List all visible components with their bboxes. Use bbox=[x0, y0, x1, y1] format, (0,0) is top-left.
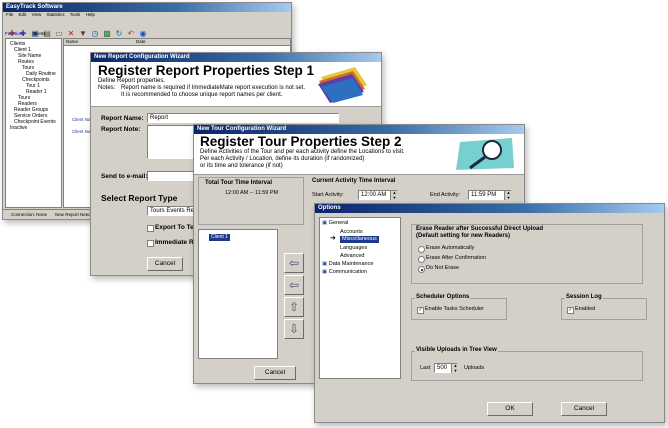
nav-general-label: General bbox=[328, 220, 349, 226]
nav-communication-label: Communication bbox=[328, 269, 367, 275]
move-up-button[interactable]: ⇧ bbox=[284, 297, 304, 317]
report-step-description: Define Report properties. bbox=[98, 78, 166, 84]
session-log-title: Session Log bbox=[565, 294, 603, 300]
report-type-select[interactable]: Tours Events Rep bbox=[147, 206, 199, 216]
erase-after-confirmation-label: Erase After Confirmation bbox=[426, 255, 486, 261]
end-activity-label: End Activity: bbox=[430, 192, 460, 198]
start-activity-spinner[interactable]: ▲ ▼ bbox=[390, 190, 398, 200]
tour-wizard-title: New Tour Configuration Wizard bbox=[194, 125, 524, 134]
left-panel-tabs: Functions Clients bbox=[5, 31, 46, 37]
report-note-label: Report Note: bbox=[101, 126, 141, 133]
erase-subtitle: (Default setting for new Readers) bbox=[416, 233, 511, 239]
do-not-erase-radio[interactable] bbox=[418, 266, 425, 273]
immediate-label: Immediate R bbox=[155, 239, 194, 246]
scheduler-group: Scheduler Options ✓ Enable Tasks Schedul… bbox=[411, 294, 507, 320]
erase-automatically-label: Erase Automatically bbox=[426, 245, 475, 251]
report-notes-label: Notes: bbox=[98, 85, 116, 91]
tour-instruction-1: Define Activities of the Tour and per ea… bbox=[200, 149, 405, 155]
visible-uploads-group: Visible Uploads in Tree View Last 500 ▲ ▼… bbox=[411, 347, 643, 381]
send-email-label: Send to e-mail: bbox=[101, 173, 148, 180]
nav-data-label: Data Maintenance bbox=[328, 261, 374, 267]
connection-status: Connection: None bbox=[11, 212, 48, 217]
options-nav-tree: ▣ General Accounts Miscellaneous ➜ Langu… bbox=[319, 217, 401, 379]
ok-button[interactable]: OK bbox=[487, 402, 533, 416]
report-note-1: Report name is required if ImmediateMate… bbox=[121, 85, 306, 91]
move-back-button[interactable]: ⇦ bbox=[284, 275, 304, 295]
nav-advanced[interactable]: Advanced bbox=[340, 253, 364, 259]
total-interval-value: 12:00 AM -- 11:59 PM bbox=[225, 190, 279, 196]
export-label: Export To Te bbox=[155, 224, 194, 231]
tab-functions[interactable]: Functions bbox=[5, 31, 25, 36]
list-item[interactable]: Client 1 bbox=[209, 234, 230, 241]
tab-clients[interactable]: Clients bbox=[32, 31, 46, 36]
selection-arrow-icon: ➜ bbox=[330, 235, 336, 242]
nav-miscellaneous[interactable]: Miscellaneous bbox=[340, 236, 379, 243]
do-not-erase-label: Do Not Erase bbox=[426, 265, 460, 271]
tree-item[interactable]: Inactive bbox=[10, 125, 27, 131]
report-wizard-title: New Report Configuration Wizard bbox=[91, 53, 381, 62]
nav-general[interactable]: ▣ General bbox=[322, 220, 348, 226]
current-interval-label: Current Activity Time Interval bbox=[312, 178, 396, 184]
nav-data-maintenance[interactable]: ▣ Data Maintenance bbox=[322, 261, 373, 267]
export-checkbox[interactable] bbox=[147, 225, 154, 232]
total-interval-panel: Total Tour Time Interval 12:00 AM -- 11:… bbox=[198, 177, 304, 225]
tour-step-heading: Register Tour Properties Step 2 bbox=[200, 134, 402, 149]
report-cancel-button[interactable]: Cancel bbox=[147, 257, 183, 271]
column-name[interactable]: Name bbox=[66, 39, 78, 45]
data-icon: ▣ bbox=[322, 261, 328, 267]
client-tree: Clients Client 1 Site Name Routes Tours … bbox=[5, 38, 62, 208]
nav-communication[interactable]: ▣ Communication bbox=[322, 269, 367, 275]
report-papers-icon bbox=[318, 67, 367, 103]
visible-uploads-title: Visible Uploads in Tree View bbox=[415, 347, 498, 353]
options-title: Options bbox=[315, 204, 664, 213]
list-header: Name Date bbox=[64, 39, 290, 46]
magnifier-icon bbox=[456, 138, 514, 170]
move-down-button[interactable]: ⇩ bbox=[284, 319, 304, 339]
report-name-input[interactable]: Report bbox=[147, 113, 339, 123]
options-cancel-button[interactable]: Cancel bbox=[561, 402, 607, 416]
column-date[interactable]: Date bbox=[136, 39, 146, 45]
session-enabled-label: Enabled bbox=[575, 306, 596, 312]
erase-reader-group: Erase Reader after Successful Direct Upl… bbox=[411, 224, 643, 284]
communication-icon: ▣ bbox=[322, 269, 328, 275]
immediate-checkbox[interactable] bbox=[147, 240, 154, 247]
tour-instruction-3: or its time and tolerance (if not) bbox=[200, 163, 283, 169]
tour-cancel-button[interactable]: Cancel bbox=[254, 366, 296, 380]
report-type-label: Select Report Type bbox=[101, 193, 178, 203]
erase-title: Erase Reader after Successful Direct Upl… bbox=[416, 226, 544, 232]
start-activity-label: Start Activity: bbox=[312, 192, 344, 198]
end-activity-spinner[interactable]: ▲ ▼ bbox=[504, 190, 512, 200]
general-icon: ▣ bbox=[322, 220, 328, 226]
options-dialog: Options ▣ General Accounts Miscellaneous… bbox=[314, 203, 665, 423]
nav-accounts[interactable]: Accounts bbox=[340, 229, 363, 235]
enable-scheduler-label: Enable Tasks Scheduler bbox=[425, 306, 484, 312]
uploads-count-spinner[interactable]: ▲ ▼ bbox=[451, 363, 459, 373]
main-window-title: EasyTrack Software bbox=[3, 3, 291, 12]
last-label: Last bbox=[420, 365, 431, 371]
session-enabled-checkbox[interactable]: ✓ bbox=[567, 307, 574, 314]
erase-automatically-radio[interactable] bbox=[418, 246, 425, 253]
nav-languages[interactable]: Languages bbox=[340, 245, 367, 251]
toolbar: ✚ ✚ ▣ ▤ ▭ ✕ ▼ ◷ ▩ ↻ ↶ ◉ bbox=[3, 15, 291, 38]
session-log-group: Session Log ✓ Enabled bbox=[561, 294, 647, 320]
uploads-label: Uploads bbox=[464, 365, 485, 371]
client-item-label: Client 1 bbox=[211, 234, 228, 240]
report-note-2: It is recommended to choose unique repor… bbox=[121, 92, 283, 98]
total-interval-label: Total Tour Time Interval bbox=[205, 180, 273, 186]
scheduler-title: Scheduler Options bbox=[415, 294, 471, 300]
tour-instruction-2: Per each Activity / Location, define its… bbox=[200, 156, 365, 162]
move-left-button[interactable]: ⇦ bbox=[284, 253, 304, 273]
report-name-label: Report Name: bbox=[101, 115, 144, 122]
tour-wizard-header: Register Tour Properties Step 2 Define A… bbox=[194, 134, 524, 175]
report-step-heading: Register Report Properties Step 1 bbox=[98, 63, 315, 78]
erase-after-confirmation-radio[interactable] bbox=[418, 256, 425, 263]
enable-scheduler-checkbox[interactable]: ✓ bbox=[417, 307, 424, 314]
nav-misc-label: Miscellaneous bbox=[342, 236, 377, 242]
activity-list: Client 1 bbox=[198, 229, 278, 359]
report-wizard-header: Register Report Properties Step 1 Define… bbox=[91, 62, 381, 107]
